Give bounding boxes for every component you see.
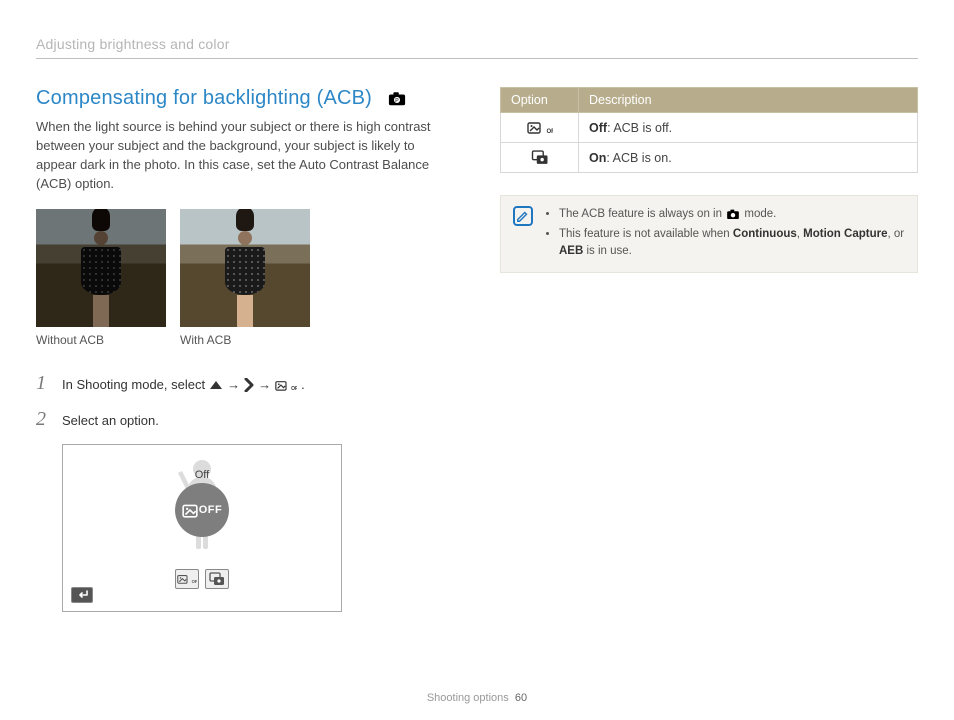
chevron-right-bold-icon	[244, 378, 254, 392]
caption-without-acb: Without ACB	[36, 333, 166, 347]
step-2-text: Select an option.	[62, 411, 159, 431]
note-box: The ACB feature is always on in mode. Th…	[500, 195, 918, 273]
section-intro: When the light source is behind your sub…	[36, 118, 456, 193]
arrow-glyph: →	[258, 375, 271, 395]
table-header-description: Description	[579, 88, 918, 113]
caption-with-acb: With ACB	[180, 333, 310, 347]
up-triangle-icon	[209, 379, 223, 391]
arrow-glyph: →	[227, 375, 240, 395]
table-row: On: ACB is on.	[501, 143, 918, 173]
example-photos	[36, 209, 456, 327]
option-desc-cell: On: ACB is on.	[579, 143, 918, 173]
lcd-off-text: OFF	[199, 504, 223, 516]
back-button[interactable]	[71, 587, 93, 603]
note-item: The ACB feature is always on in mode.	[559, 206, 905, 223]
photo-without-acb	[36, 209, 166, 327]
step-number: 2	[36, 409, 52, 429]
acb-on-icon	[531, 150, 549, 165]
return-icon	[76, 590, 88, 600]
svg-text:OFF: OFF	[546, 129, 553, 135]
table-header-option: Option	[501, 88, 579, 113]
acb-off-icon: OFF	[275, 378, 297, 393]
options-table: Option Description OFF Off: ACB is off. …	[500, 87, 918, 173]
table-row: OFF Off: ACB is off.	[501, 113, 918, 143]
photo-with-acb	[180, 209, 310, 327]
option-icon-cell: OFF	[501, 113, 579, 143]
step-2: 2 Select an option.	[36, 409, 456, 431]
step-number: 1	[36, 373, 52, 393]
footer-section: Shooting options	[427, 692, 509, 704]
section-title-text: Compensating for backlighting (ACB)	[36, 87, 372, 110]
camera-lcd-screenshot: Off OFF OFF	[62, 444, 342, 612]
step-1-suffix: .	[301, 375, 305, 395]
note-icon	[513, 206, 533, 226]
acb-off-icon: OFF	[527, 120, 553, 135]
footer-page-number: 60	[515, 692, 527, 704]
option-desc-cell: Off: ACB is off.	[579, 113, 918, 143]
acb-off-icon	[182, 502, 198, 518]
note-item: This feature is not available when Conti…	[559, 226, 905, 261]
breadcrumb: Adjusting brightness and color	[36, 36, 918, 59]
lcd-bubble-label: Off	[195, 469, 209, 481]
camera-auto-icon	[725, 208, 741, 221]
lcd-selected-bubble: Off OFF	[175, 483, 229, 537]
camera-p-icon: P	[386, 90, 408, 108]
svg-text:P: P	[395, 98, 399, 104]
svg-text:OFF: OFF	[192, 580, 197, 585]
lcd-option-off[interactable]: OFF	[175, 569, 199, 589]
lcd-option-on[interactable]	[205, 569, 229, 589]
option-icon-cell	[501, 143, 579, 173]
page-footer: Shooting options 60	[0, 692, 954, 704]
pencil-icon	[516, 209, 530, 223]
step-1-prefix: In Shooting mode, select	[62, 375, 205, 395]
section-title: Compensating for backlighting (ACB) P	[36, 87, 456, 110]
step-1: 1 In Shooting mode, select → → OFF .	[36, 373, 456, 395]
svg-text:OFF: OFF	[291, 386, 297, 392]
